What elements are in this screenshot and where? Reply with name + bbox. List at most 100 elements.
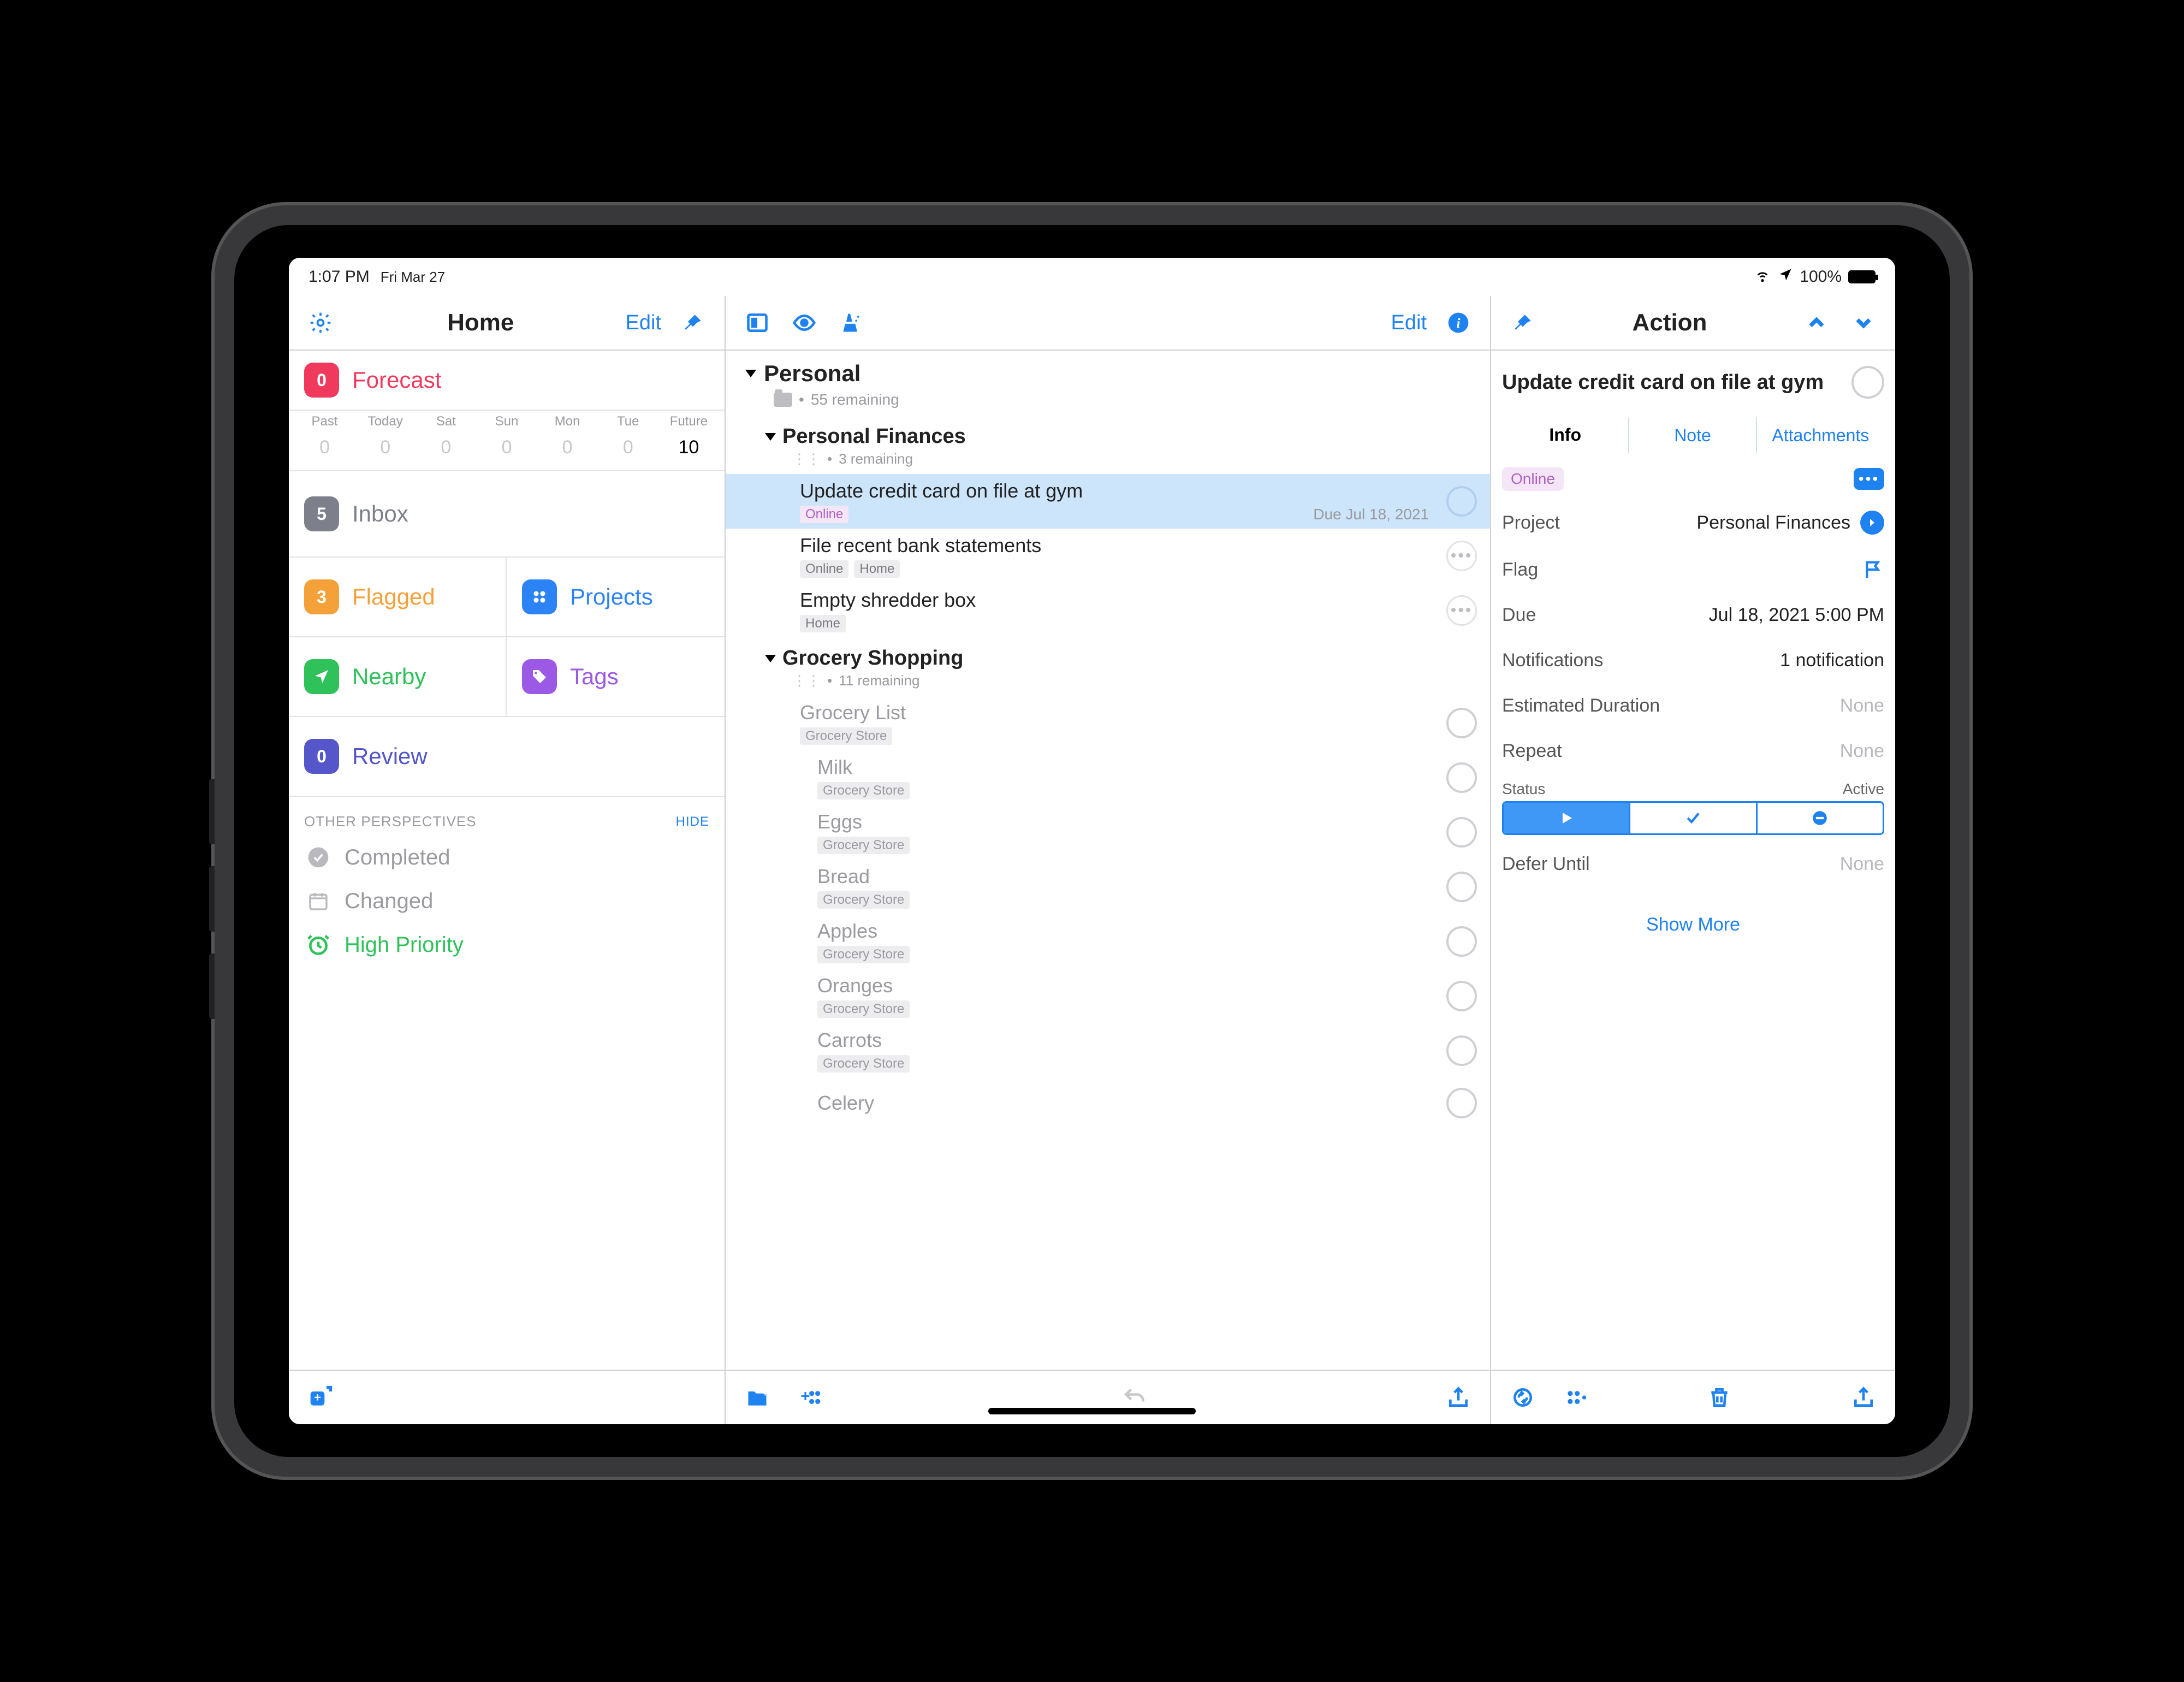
outline-edit[interactable]: Edit [1391,311,1427,335]
task-checkbox[interactable] [1446,708,1477,738]
goto-project-icon[interactable] [1860,511,1884,535]
forecast-day[interactable]: Today0 [355,414,416,458]
status-bar: 1:07 PM Fri Mar 27 100% [289,258,1895,296]
disclosure-icon[interactable] [745,370,756,377]
share-icon[interactable] [1848,1382,1879,1413]
perspective-flagged[interactable]: 3 Flagged [289,558,507,637]
field-due[interactable]: Due Jul 18, 2021 5:00 PM [1491,593,1895,638]
projects-icon [522,579,557,614]
inspector-tabs[interactable]: Info Note Attachments [1502,417,1884,454]
field-flag[interactable]: Flag [1491,547,1895,593]
status-active[interactable] [1504,803,1630,833]
task-checkbox[interactable] [1851,366,1884,399]
perspective-forecast[interactable]: 0 Forecast [289,351,725,411]
prev-icon[interactable] [1801,307,1832,338]
flag-icon[interactable] [1862,559,1884,581]
disclosure-icon[interactable] [765,655,776,662]
tab-note[interactable]: Note [1628,417,1756,454]
inbox-label: Inbox [352,501,408,527]
task-row[interactable]: Empty shredder boxHome••• [726,583,1490,638]
perspective-inbox[interactable]: 5 Inbox [289,471,725,558]
task-row[interactable]: EggsGrocery Store [726,805,1490,860]
task-row[interactable]: Grocery List Grocery Store [726,696,1490,750]
task-row[interactable]: MilkGrocery Store [726,750,1490,805]
home-indicator[interactable] [988,1408,1196,1414]
field-project[interactable]: Project Personal Finances [1491,499,1895,547]
task-row[interactable]: ApplesGrocery Store [726,914,1490,969]
review-badge: 0 [304,739,339,774]
settings-icon[interactable] [305,307,336,338]
flagged-badge: 3 [304,579,339,614]
status-dropped[interactable] [1758,803,1883,833]
info-icon[interactable]: i [1443,307,1474,338]
tab-attachments[interactable]: Attachments [1757,417,1884,454]
forecast-days[interactable]: Past0Today0Sat0Sun0Mon0Tue0Future10 [289,411,725,471]
task-row[interactable]: OrangesGrocery Store [726,969,1490,1023]
add-tag-icon[interactable]: ••• [1854,468,1884,490]
convert-group-icon[interactable] [1560,1382,1590,1413]
perspective-review[interactable]: 0 Review [289,717,725,797]
task-row[interactable]: CarrotsGrocery Store [726,1023,1490,1078]
task-row[interactable]: File recent bank statementsOnlineHome••• [726,529,1490,583]
forecast-day[interactable]: Past0 [294,414,355,458]
project-personal-finances[interactable]: Personal Finances [726,416,1490,449]
task-checkbox[interactable] [1446,486,1477,517]
share-icon[interactable] [1443,1382,1474,1413]
task-title-field[interactable]: Update credit card on file at gym [1502,371,1844,394]
task-checkbox[interactable] [1446,872,1477,902]
svg-text:+: + [762,1387,768,1399]
field-repeat[interactable]: Repeat None [1491,729,1895,774]
folder-personal[interactable]: Personal [726,351,1490,389]
task-checkbox[interactable] [1446,1088,1477,1118]
status-completed[interactable] [1630,803,1757,833]
perspective-tags[interactable]: Tags [507,637,725,717]
convert-project-icon[interactable] [1508,1382,1538,1413]
forecast-day[interactable]: Sun0 [476,414,537,458]
status-segmented[interactable] [1502,801,1884,835]
disclosure-icon[interactable] [765,433,776,441]
more-icon[interactable]: ••• [1446,541,1477,571]
flagged-label: Flagged [352,584,435,610]
pin-icon[interactable] [1508,307,1538,338]
focus-icon[interactable] [742,307,773,338]
task-row[interactable]: Update credit card on file at gymOnlineD… [726,474,1490,529]
task-checkbox[interactable] [1446,1035,1477,1066]
more-icon[interactable]: ••• [1446,595,1477,626]
forecast-day[interactable]: Sat0 [416,414,476,458]
perspective-nearby[interactable]: Nearby [289,637,507,717]
next-icon[interactable] [1848,307,1879,338]
tag-chip[interactable]: Online [1502,467,1564,491]
task-checkbox[interactable] [1446,817,1477,848]
perspective-completed[interactable]: Completed [289,836,725,879]
delete-icon[interactable] [1704,1382,1735,1413]
sidebar-edit[interactable]: Edit [626,311,661,335]
pin-icon[interactable] [678,307,708,338]
perspective-high-priority[interactable]: High Priority [289,923,725,967]
forecast-badge: 0 [304,363,339,398]
task-checkbox[interactable] [1446,981,1477,1011]
field-notifications[interactable]: Notifications 1 notification [1491,638,1895,683]
field-duration[interactable]: Estimated Duration None [1491,683,1895,729]
hide-button[interactable]: HIDE [676,814,709,830]
task-row[interactable]: BreadGrocery Store [726,860,1490,914]
field-defer[interactable]: Defer Until None [1491,842,1895,887]
task-checkbox[interactable] [1446,926,1477,957]
task-checkbox[interactable] [1446,762,1477,793]
perspective-projects[interactable]: Projects [507,558,725,637]
new-action-icon[interactable]: + [794,1382,825,1413]
view-icon[interactable] [789,307,820,338]
task-row[interactable]: Celery [726,1078,1490,1128]
perspective-changed[interactable]: Changed [289,879,725,923]
alarm-icon [304,931,333,959]
forecast-day[interactable]: Future10 [658,414,719,458]
forecast-day[interactable]: Tue0 [598,414,658,458]
project-grocery-shopping[interactable]: Grocery Shopping [726,638,1490,671]
forecast-day[interactable]: Mon0 [537,414,598,458]
projects-label: Projects [570,584,653,610]
show-more-button[interactable]: Show More [1491,887,1895,946]
add-perspective-icon[interactable]: + [305,1382,336,1413]
cleanup-icon[interactable] [836,307,867,338]
new-folder-icon[interactable]: + [742,1382,773,1413]
location-icon [1778,267,1793,287]
tab-info[interactable]: Info [1502,417,1628,454]
